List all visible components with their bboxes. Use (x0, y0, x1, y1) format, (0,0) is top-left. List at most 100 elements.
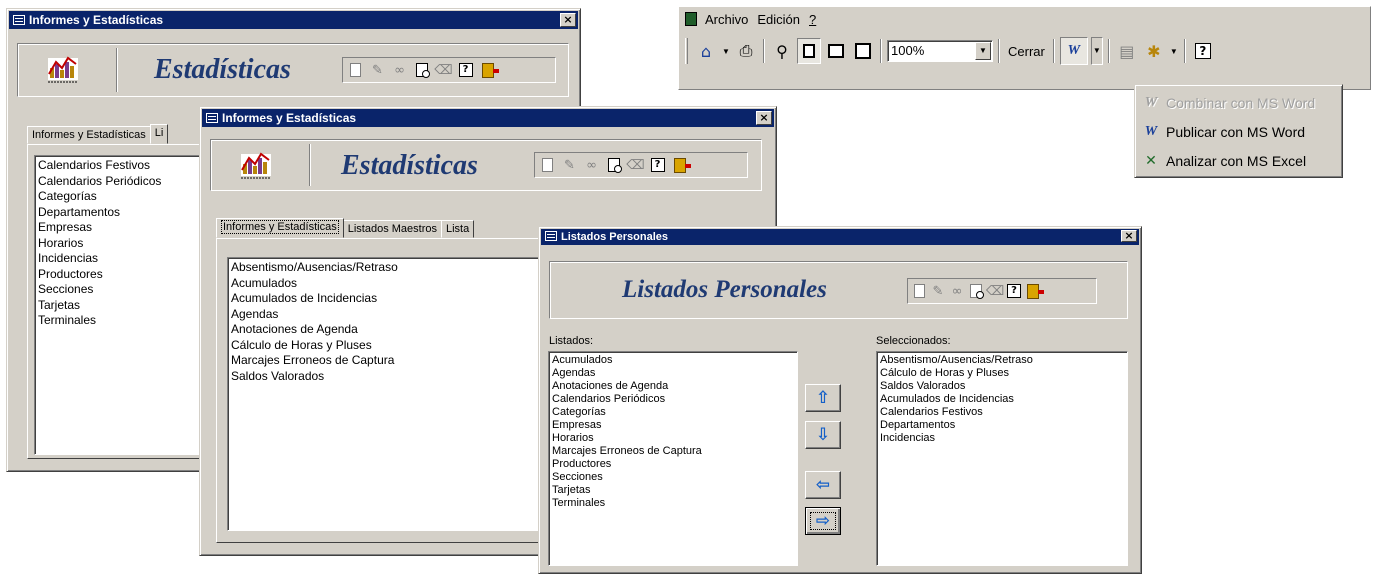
list-item[interactable]: Absentismo/Ausencias/Retraso (231, 260, 563, 276)
close-button[interactable]: × (560, 13, 576, 27)
edit-icon[interactable]: ✎ (367, 60, 388, 81)
list-item[interactable]: Incidencias (880, 432, 1124, 445)
tab-listados[interactable]: Li (149, 124, 169, 144)
list-item[interactable]: Marcajes Erroneos de Captura (231, 353, 563, 369)
edit-icon[interactable]: ✎ (559, 155, 580, 176)
title-bar[interactable]: Listados Personales × (541, 229, 1139, 245)
zoom-icon[interactable]: ⚲ (770, 38, 794, 64)
preview-icon[interactable] (967, 281, 985, 302)
preview-icon[interactable] (603, 155, 624, 176)
tab-listados-maestros[interactable]: Listados Maestros (342, 220, 442, 238)
list-item[interactable]: Saldos Valorados (880, 380, 1124, 393)
office-links-dropdown-icon[interactable]: ▼ (1090, 37, 1103, 65)
database-window-icon[interactable]: ▤ (1115, 38, 1139, 64)
toolbar-grip[interactable] (685, 38, 688, 64)
list-item[interactable]: Tarjetas (38, 298, 205, 314)
list-item[interactable]: Anotaciones de Agenda (552, 380, 794, 393)
chevron-down-icon[interactable]: ▼ (975, 42, 991, 60)
help-icon[interactable]: ? (647, 155, 668, 176)
help-icon[interactable]: ? (455, 60, 476, 81)
menu-item-analizar[interactable]: ✕ Analizar con MS Excel (1137, 146, 1340, 175)
one-page-icon[interactable] (797, 38, 821, 64)
zoom-select[interactable]: 100% ▼ (887, 40, 993, 62)
new-icon[interactable] (537, 155, 558, 176)
menu-edicion[interactable]: Edición (757, 12, 800, 27)
exit-door-icon[interactable] (477, 60, 499, 81)
edit-icon[interactable]: ✎ (929, 281, 947, 302)
new-object-icon[interactable]: ✱ (1142, 38, 1166, 64)
view-icon[interactable]: ⌂ (694, 38, 718, 64)
list-item[interactable]: Terminales (38, 313, 205, 329)
help-icon[interactable]: ? (1005, 281, 1023, 302)
find-icon[interactable]: ∞ (389, 60, 410, 81)
list-item[interactable]: Categorías (38, 189, 205, 205)
title-bar[interactable]: Informes y Estadísticas × (9, 11, 578, 29)
close-preview-button[interactable]: Cerrar (1005, 44, 1048, 59)
tab-listados-personales[interactable]: Lista (440, 220, 475, 238)
multiple-pages-icon[interactable] (851, 38, 875, 64)
office-links-icon[interactable]: W (1059, 37, 1088, 65)
two-pages-icon[interactable] (824, 38, 848, 64)
close-button[interactable]: × (756, 111, 772, 125)
report-list[interactable]: Calendarios Festivos Calendarios Periódi… (34, 155, 209, 455)
new-icon[interactable] (910, 281, 928, 302)
list-item[interactable]: Acumulados de Incidencias (231, 291, 563, 307)
list-item[interactable]: Agendas (552, 367, 794, 380)
list-item[interactable]: Productores (552, 458, 794, 471)
list-item[interactable]: Secciones (38, 282, 205, 298)
new-icon[interactable] (345, 60, 366, 81)
list-item[interactable]: Saldos Valorados (231, 369, 563, 385)
list-item[interactable]: Acumulados de Incidencias (880, 393, 1124, 406)
list-item[interactable]: Agendas (231, 307, 563, 323)
list-item[interactable]: Departamentos (38, 205, 205, 221)
delete-icon[interactable]: ⌫ (625, 155, 646, 176)
list-item[interactable]: Horarios (552, 432, 794, 445)
list-item[interactable]: Cálculo de Horas y Pluses (231, 338, 563, 354)
view-dropdown-icon[interactable]: ▼ (721, 47, 731, 56)
title-bar[interactable]: Informes y Estadísticas × (202, 109, 774, 127)
list-item[interactable]: Empresas (38, 220, 205, 236)
exit-door-icon[interactable] (669, 155, 691, 176)
print-icon[interactable]: ⎙ (734, 38, 758, 64)
list-item[interactable]: Calendarios Festivos (880, 406, 1124, 419)
preview-icon[interactable] (411, 60, 432, 81)
report-list[interactable]: Absentismo/Ausencias/Retraso Acumulados … (227, 257, 567, 531)
list-item[interactable]: Calendarios Periódicos (552, 393, 794, 406)
list-item[interactable]: Horarios (38, 236, 205, 252)
list-item[interactable]: Terminales (552, 497, 794, 510)
find-icon[interactable]: ∞ (948, 281, 966, 302)
list-item[interactable]: Absentismo/Ausencias/Retraso (880, 354, 1124, 367)
list-item[interactable]: Anotaciones de Agenda (231, 322, 563, 338)
delete-icon[interactable]: ⌫ (986, 281, 1004, 302)
list-item[interactable]: Incidencias (38, 251, 205, 267)
delete-icon[interactable]: ⌫ (433, 60, 454, 81)
list-item[interactable]: Tarjetas (552, 484, 794, 497)
move-up-button[interactable]: ⇧ (805, 384, 841, 412)
list-item[interactable]: Cálculo de Horas y Pluses (880, 367, 1124, 380)
list-item[interactable]: Departamentos (880, 419, 1124, 432)
selected-list[interactable]: Absentismo/Ausencias/Retraso Cálculo de … (876, 351, 1128, 566)
menu-help[interactable]: ? (809, 12, 816, 27)
help-icon[interactable]: ? (1191, 38, 1215, 64)
find-icon[interactable]: ∞ (581, 155, 602, 176)
list-item[interactable]: Acumulados (552, 354, 794, 367)
tab-informes[interactable]: Informes y Estadísticas (216, 218, 344, 238)
list-item[interactable]: Productores (38, 267, 205, 283)
menu-item-publicar[interactable]: W Publicar con MS Word (1137, 117, 1340, 146)
list-item[interactable]: Marcajes Erroneos de Captura (552, 445, 794, 458)
list-item[interactable]: Categorías (552, 406, 794, 419)
list-item[interactable]: Acumulados (231, 276, 563, 292)
list-item[interactable]: Secciones (552, 471, 794, 484)
menu-archivo[interactable]: Archivo (705, 12, 748, 27)
list-item[interactable]: Calendarios Festivos (38, 158, 205, 174)
list-item[interactable]: Calendarios Periódicos (38, 174, 205, 190)
remove-button[interactable]: ⇦ (805, 471, 841, 499)
available-list[interactable]: Acumulados Agendas Anotaciones de Agenda… (548, 351, 798, 566)
add-button[interactable]: ⇨ (805, 507, 841, 535)
move-down-button[interactable]: ⇩ (805, 421, 841, 449)
exit-door-icon[interactable] (1024, 281, 1044, 302)
tab-informes[interactable]: Informes y Estadísticas (27, 126, 151, 144)
list-item[interactable]: Empresas (552, 419, 794, 432)
new-object-dropdown-icon[interactable]: ▼ (1169, 47, 1179, 56)
close-button[interactable]: × (1121, 230, 1137, 242)
